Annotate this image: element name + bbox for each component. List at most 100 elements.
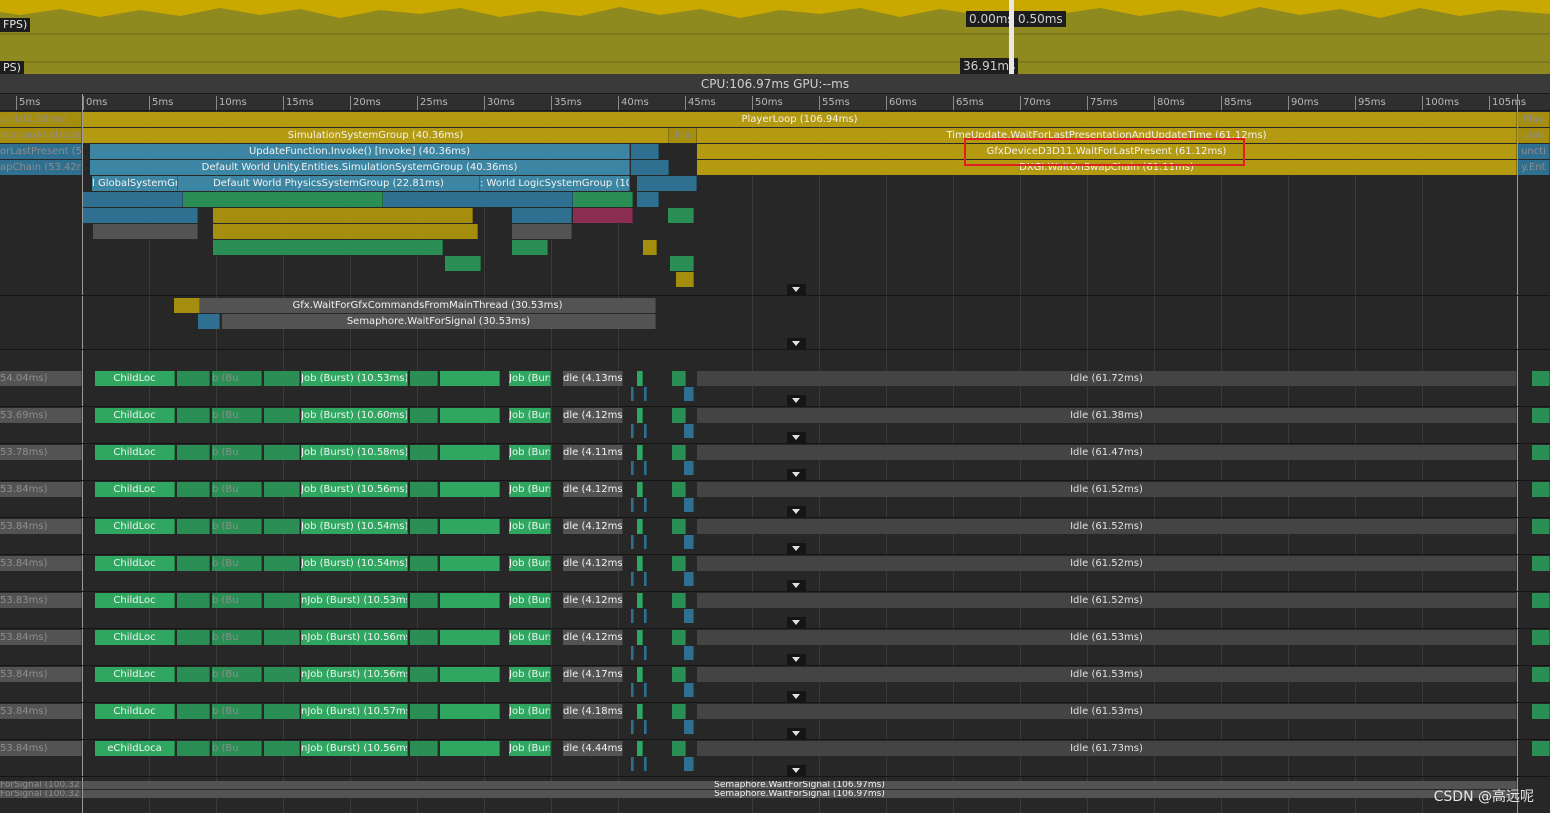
sample-small-blue[interactable]: [631, 144, 659, 159]
sample-nested[interactable]: [643, 240, 657, 255]
sample-ob-burst[interactable]: b (Bu: [212, 408, 262, 423]
sample-worker-small[interactable]: [264, 741, 300, 756]
sample-worker-small[interactable]: [410, 408, 438, 423]
sample-worker-small[interactable]: [264, 519, 300, 534]
sample-bottom-prev-2[interactable]: ForSignal (100.32: [0, 790, 82, 798]
sample-worker-small[interactable]: [264, 445, 300, 460]
sample-worker-small[interactable]: [672, 667, 686, 682]
sample-worker-small[interactable]: [440, 667, 500, 682]
sample-worker-small[interactable]: [410, 593, 438, 608]
sample-worker-next[interactable]: [1532, 445, 1550, 460]
sample-worker-small[interactable]: [440, 593, 500, 608]
sample-worker-small[interactable]: [410, 630, 438, 645]
expand-track-button[interactable]: [787, 580, 806, 591]
sample-idle[interactable]: Idle (61.53ms): [697, 630, 1517, 645]
sample-worker-child[interactable]: [644, 572, 647, 586]
sample-worker-child[interactable]: [644, 387, 647, 401]
sample-worker-small[interactable]: [177, 519, 210, 534]
sample-nested[interactable]: [445, 256, 481, 271]
sample-nested[interactable]: [213, 208, 473, 223]
sample-worker-small[interactable]: [264, 371, 300, 386]
sample-logic-group[interactable]: : World LogicSystemGroup (10: [480, 176, 630, 191]
sample-dle[interactable]: dle (4.12ms: [563, 482, 623, 497]
frame-cursor[interactable]: [1009, 0, 1014, 74]
sample-worker-small[interactable]: [264, 704, 300, 719]
sample-bottom-semaphore-2[interactable]: Semaphore.WaitForSignal (106.97ms): [83, 790, 1517, 798]
sample-job-burst[interactable]: Job (Burst) (10.54ms): [301, 519, 408, 534]
sample-dle[interactable]: dle (4.12ms: [563, 556, 623, 571]
sample-worker-small[interactable]: [410, 741, 438, 756]
sample-nested[interactable]: [383, 192, 573, 207]
sample-idle[interactable]: Idle (61.53ms): [697, 704, 1517, 719]
sample-job-burst[interactable]: nJob (Burst) (10.56ms): [301, 741, 408, 756]
sample-worker-next[interactable]: [1532, 667, 1550, 682]
sample-worker-child[interactable]: [684, 424, 694, 438]
frame-timeline-graph[interactable]: FPS) PS) 0.00ms 0.50ms 36.91ms: [0, 0, 1550, 74]
sample-worker-small[interactable]: [672, 482, 686, 497]
sample-worker-prev[interactable]: 53.84ms): [0, 704, 82, 719]
sample-job-burs[interactable]: Job (Burs: [509, 630, 551, 645]
sample-job-burs[interactable]: Job (Burs: [509, 667, 551, 682]
sample-worker-small[interactable]: [440, 704, 500, 719]
sample-bottom-semaphore-1[interactable]: Semaphore.WaitForSignal (106.97ms): [83, 781, 1517, 789]
sample-worker-small[interactable]: [264, 630, 300, 645]
sample-next-row4[interactable]: y.Ent: [1518, 160, 1550, 175]
sample-worker-prev[interactable]: 53.84ms): [0, 556, 82, 571]
sample-worker-child[interactable]: [644, 461, 647, 475]
sample-nested[interactable]: [512, 240, 548, 255]
sample-worker-small[interactable]: [672, 741, 686, 756]
sample-worker-child[interactable]: [644, 757, 647, 771]
expand-track-button[interactable]: [787, 765, 806, 776]
sample-worker-small[interactable]: [264, 667, 300, 682]
sample-ob-burst[interactable]: b (Bu: [212, 445, 262, 460]
sample-nested[interactable]: [670, 256, 694, 271]
sample-nested[interactable]: [573, 208, 633, 223]
sample-worker-prev[interactable]: 53.84ms): [0, 667, 82, 682]
sample-worker-small[interactable]: [672, 593, 686, 608]
sample-worker-small[interactable]: [672, 519, 686, 534]
sample-next-playerloop[interactable]: Play: [1518, 112, 1550, 127]
sample-worker-child[interactable]: [631, 720, 634, 734]
sample-worker-small[interactable]: [177, 445, 210, 460]
sample-worker-small[interactable]: [264, 556, 300, 571]
sample-idle[interactable]: Idle (61.52ms): [697, 519, 1517, 534]
sample-idle[interactable]: Idle (61.72ms): [697, 371, 1517, 386]
sample-worker-next[interactable]: [1532, 519, 1550, 534]
sample-child-loc[interactable]: ChildLoc: [95, 482, 175, 497]
sample-child-loc[interactable]: ChildLoc: [95, 556, 175, 571]
sample-dle[interactable]: dle (4.12ms: [563, 593, 623, 608]
sample-worker-next[interactable]: [1532, 630, 1550, 645]
sample-job-burst[interactable]: nJob (Burst) (10.56ms): [301, 630, 408, 645]
sample-worker-child[interactable]: [631, 535, 634, 549]
sample-worker-child[interactable]: [684, 461, 694, 475]
sample-worker-small[interactable]: [637, 630, 643, 645]
sample-semaphore-render[interactable]: Semaphore.WaitForSignal (30.53ms): [222, 314, 656, 329]
sample-worker-next[interactable]: [1532, 371, 1550, 386]
sample-worker-small[interactable]: [177, 556, 210, 571]
sample-worker-child[interactable]: [684, 535, 694, 549]
sample-job-burs[interactable]: Job (Burs: [509, 556, 551, 571]
sample-small-blue-2[interactable]: [631, 160, 669, 175]
sample-job-burst[interactable]: nJob (Burst) (10.53ms): [301, 593, 408, 608]
sample-worker-small[interactable]: [177, 667, 210, 682]
sample-nested[interactable]: [573, 192, 633, 207]
sample-idle[interactable]: Idle (61.38ms): [697, 408, 1517, 423]
sample-job-burs[interactable]: Job (Burs: [509, 741, 551, 756]
sample-worker-small[interactable]: [440, 408, 500, 423]
sample-ob-burst[interactable]: b (Bu: [212, 667, 262, 682]
sample-nested[interactable]: [213, 240, 443, 255]
sample-worker-next[interactable]: [1532, 408, 1550, 423]
sample-nested[interactable]: [83, 192, 183, 207]
sample-wait-gfx-commands[interactable]: Gfx.WaitForGfxCommandsFromMainThread (30…: [200, 298, 656, 313]
sample-worker-small[interactable]: [440, 371, 500, 386]
sample-worker-small[interactable]: [637, 593, 643, 608]
sample-worker-child[interactable]: [644, 683, 647, 697]
sample-child-loc[interactable]: ChildLoc: [95, 593, 175, 608]
sample-dle[interactable]: dle (4.44ms): [563, 741, 623, 756]
sample-child-loc[interactable]: ChildLoc: [95, 519, 175, 534]
sample-worker-small[interactable]: [440, 556, 500, 571]
sample-job-burst[interactable]: Job (Burst) (10.54ms): [301, 556, 408, 571]
sample-worker-small[interactable]: [264, 593, 300, 608]
sample-next-row3[interactable]: uncti: [1518, 144, 1550, 159]
sample-worker-prev[interactable]: 53.84ms): [0, 482, 82, 497]
